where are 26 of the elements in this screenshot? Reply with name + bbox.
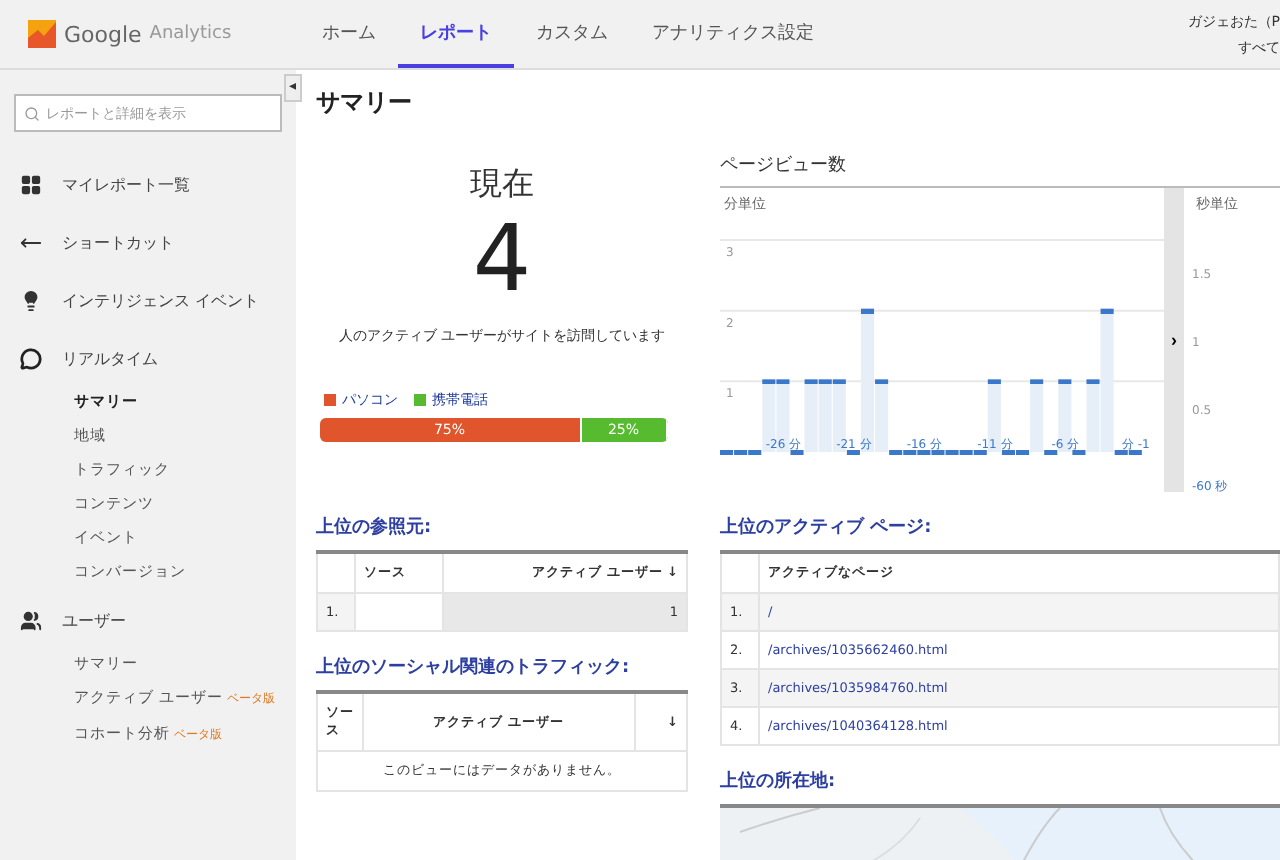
sidebar-item[interactable]: インテリジェンス イベント bbox=[0, 274, 296, 326]
sidebar-item[interactable]: マイレポート一覧 bbox=[0, 158, 296, 210]
logo-icon bbox=[28, 20, 56, 48]
sidebar-item[interactable]: リアルタイム bbox=[0, 332, 296, 384]
nav-tab[interactable]: アナリティクス設定 bbox=[630, 0, 836, 68]
logo-text: Google bbox=[64, 21, 142, 47]
toggle-button[interactable]: › bbox=[1164, 188, 1184, 492]
users-icon bbox=[20, 609, 42, 631]
lightbulb-icon bbox=[20, 289, 42, 311]
grid-icon bbox=[20, 173, 42, 195]
sidebar-item[interactable]: ショートカット bbox=[0, 216, 296, 268]
nav-tab[interactable]: レポート bbox=[398, 0, 514, 68]
nav-tab[interactable]: カスタム bbox=[514, 0, 630, 68]
chart-title: ページビュー数 bbox=[720, 153, 848, 178]
nav-tab[interactable]: ホーム bbox=[300, 0, 398, 68]
speech-bubble-icon bbox=[20, 347, 42, 369]
section-title: 上位の参照元: bbox=[316, 516, 434, 542]
search-icon bbox=[24, 105, 40, 121]
now-heading: 現在 bbox=[470, 164, 534, 206]
page-title: サマリー bbox=[316, 86, 414, 120]
section-title: 上位のアクティブ ページ: bbox=[720, 516, 934, 542]
sidebar-item[interactable]: ユーザー bbox=[0, 594, 296, 646]
section-title: 上位の所在地: bbox=[720, 770, 838, 796]
section-title: 上位のソーシャル関連のトラフィック: bbox=[316, 656, 632, 682]
logo-subtitle: Analytics bbox=[149, 24, 232, 44]
active-user-count: 4 bbox=[472, 206, 532, 310]
